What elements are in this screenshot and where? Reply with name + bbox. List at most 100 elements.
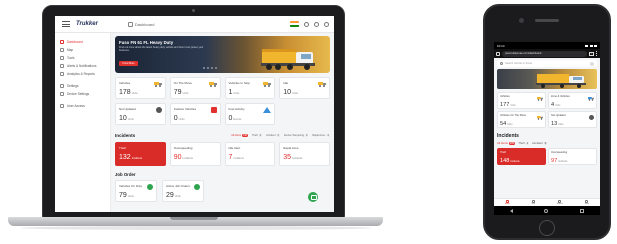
search-bar[interactable]: Search vehicle or driver [497,60,597,67]
home-icon[interactable] [127,21,133,27]
wrench-icon [60,56,64,60]
laptop-base [8,217,383,226]
sidebar-item-alerts[interactable]: Alerts & Notifications [60,63,110,69]
stat-card-zone-vehicles[interactable]: Zone & Vehicles 4Units [548,92,597,109]
filter-accident[interactable]: Accident 0 [532,141,548,145]
nav-more[interactable]: More [585,199,589,205]
header-actions [290,21,329,27]
stat-card-inactive-vehicles[interactable]: Inactive Vehicles 0Units [169,103,221,125]
sidebar: Dashboard Map Tools Alerts & Notificatio… [55,33,111,212]
incidents-title: Incidents [115,133,136,138]
stat-card-vehicles[interactable]: Vehicles 178Units [115,77,166,99]
main-content: Fuso FN 61 FL Heavy Duty Find out more a… [115,36,330,202]
filter-theft[interactable]: Theft 1 [518,141,530,145]
incident-card-rapid-acceleration[interactable]: Rapid Acce. 35Incidents [279,142,330,166]
incident-filters: All Alerts 138 Theft 0 Accident 0 Device Ta… [231,134,330,137]
stat-card-vehicles-in-stop[interactable]: Vehicles In Stop 1Units [224,77,276,99]
phone-device: 10:14 pwa.trukkeruae.com/dashboard 2 Sea… [483,4,611,240]
incident-card-theft[interactable]: Theft 148Incidents [497,148,546,165]
truck-icon [153,82,162,87]
truck-icon [318,82,326,87]
job-card-active-job-orders[interactable]: Active Job Orders 29Units [162,180,204,202]
mobile-incident-grid: Theft 148Incidents Overspeeding 97Incide… [497,148,597,165]
bottom-navigation: Home Map Reports More [494,198,600,206]
back-icon[interactable] [509,208,513,213]
stat-card-idle[interactable]: Idle 10Units [279,77,330,99]
system-navigation [494,206,600,215]
incident-card-overspeeding[interactable]: Overspeeding 97Incidents [548,148,597,165]
notification-icon[interactable] [304,21,309,27]
know-more-button[interactable]: Know More [119,61,138,66]
phone-home-button[interactable] [539,220,555,236]
desktop-header: Trukker Dashboard [55,16,334,33]
stat-card-on-the-move[interactable]: On The Move 79Units [169,77,221,99]
promo-banner[interactable]: Fuso FN 61 FL Heavy Duty Find out more a… [115,36,330,73]
laptop-device: Trukker Dashboard Dashboard Map Tools Al… [42,5,345,218]
map-icon [60,48,64,52]
check-icon [147,184,153,190]
incident-cards-grid: Theft 132Incidents Overspeeding 90Incide… [115,142,330,166]
user-icon [60,104,64,108]
help-icon[interactable] [314,21,319,27]
phone-earpiece [535,19,559,22]
home-icon[interactable] [496,51,500,56]
promo-title: Fuso FN 61 FL Heavy Duty [119,40,174,45]
status-time: 10:14 [497,43,505,48]
stat-card-not-updated[interactable]: Not Updated 13Units [548,111,597,128]
clock-icon [589,115,594,120]
hamburger-menu-icon[interactable] [62,21,70,27]
sidebar-item-dashboard[interactable]: Dashboard [60,39,110,45]
job-card-vehicles-on-duty[interactable]: Vehicles On Duty 79Units [115,180,157,202]
truck-icon [537,97,543,101]
filter-all-alerts[interactable]: All Alerts 138 [231,134,249,137]
language-flag-icon[interactable] [290,21,299,27]
sidebar-item-tools[interactable]: Tools [60,55,110,61]
filter-accident[interactable]: Accident 0 [266,134,280,137]
status-bar: 10:14 [494,42,600,49]
truck-icon [537,116,543,120]
profile-avatar[interactable] [324,21,329,27]
nav-map[interactable]: Map [532,199,535,205]
chat-support-icon[interactable] [308,192,318,202]
stat-card-vehicles[interactable]: Vehicles 177Units [497,92,546,109]
filter-rapid-acceleration[interactable]: Rapid Acce. 0 [312,134,330,137]
incident-card-idle-alert[interactable]: Idle Alert 7Incidents [224,142,276,166]
nav-home[interactable]: Home [505,199,510,205]
desktop-dashboard-screen: Trukker Dashboard Dashboard Map Tools Al… [55,16,334,212]
stat-card-fuel-activity[interactable]: Fuel Activity 0Events [224,103,276,125]
promo-subtitle: Find out more about the latest heavy dut… [119,46,204,52]
filter-all-alerts[interactable]: All Alerts 280 [497,141,516,145]
mic-icon[interactable] [590,61,594,66]
truck-icon [263,82,272,87]
warning-icon [263,107,272,113]
incident-card-theft[interactable]: Theft 132Incidents [115,142,166,166]
brand-logo[interactable]: Trukker [76,21,98,27]
truck-illustration-icon [536,74,586,88]
truck-icon [208,82,217,87]
status-icons [585,44,597,47]
laptop-shadow [20,226,372,230]
mobile-stats-grid: Vehicles 177Units Zone & Vehicles 4Units… [497,92,597,128]
system-home-icon[interactable] [544,208,549,213]
sidebar-item-user-access[interactable]: User Access [60,103,110,109]
incidents-title: Incidents [497,133,519,139]
nav-reports[interactable]: Reports [557,199,563,205]
url-field[interactable]: pwa.trukkeruae.com/dashboard [502,50,587,57]
filter-device-tampering[interactable]: Device Tampering 0 [284,134,309,137]
search-input[interactable]: Search vehicle or driver [505,62,532,65]
filter-theft[interactable]: Theft 0 [252,134,263,137]
laptop-notch [170,217,218,220]
alert-icon [210,107,217,113]
stat-card-not-updated[interactable]: Not Updated 10Units [115,103,166,125]
stat-card-on-the-move[interactable]: Vehicles On The Move 54Units [497,111,546,128]
carousel-dots[interactable] [203,67,217,69]
browser-bar: pwa.trukkeruae.com/dashboard 2 [494,49,600,58]
sidebar-item-map[interactable]: Map [60,47,110,53]
tab-count-icon[interactable]: 2 [589,51,594,56]
recent-apps-icon[interactable] [580,208,585,213]
sidebar-item-settings[interactable]: Settings [60,83,110,89]
incident-card-overspeeding[interactable]: Overspeeding 90Incidents [169,142,221,166]
more-menu-icon[interactable] [596,51,598,56]
job-order-title: Job Order [115,172,136,177]
promo-banner[interactable] [497,69,597,89]
